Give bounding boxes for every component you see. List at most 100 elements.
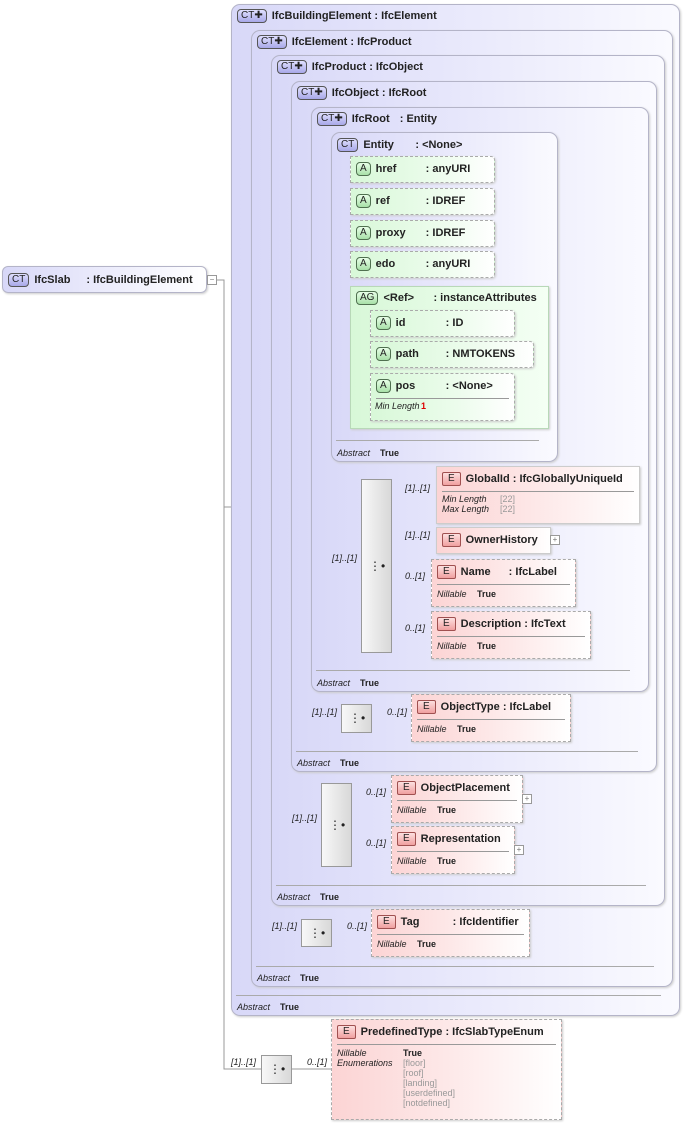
sequence-cardinality: [1]..[1] (231, 1057, 257, 1067)
sequence-compositor[interactable]: ⋮• (361, 479, 392, 653)
attribute-icon: A (356, 257, 371, 271)
sequence-icon: ⋮• (269, 1062, 286, 1076)
attribute-edo[interactable]: Aedo: anyURI (350, 251, 495, 278)
element-cardinality: 0..[1] (405, 571, 426, 581)
element-cardinality: 0..[1] (366, 838, 387, 848)
element-name: ObjectPlacement (420, 781, 510, 794)
abstract-prop: Abstract True (257, 973, 320, 983)
element-type: : IfcLabel (502, 700, 552, 713)
element-icon: E (437, 565, 456, 579)
sequence-cardinality: [1]..[1] (312, 707, 338, 717)
element-objecttype[interactable]: E ObjectType : IfcLabel Nillable True (411, 694, 571, 742)
element-props: Min Length [22] Max Length [22] (442, 494, 516, 514)
element-props: Nillable True Enumerations [floor] [roof] … (337, 1048, 456, 1108)
element-cardinality: 0..[1] (387, 707, 408, 717)
element-props: Nillable True (417, 724, 477, 734)
type-base: : <None> (415, 138, 463, 151)
attribute-icon: A (376, 347, 391, 361)
divider (276, 885, 646, 886)
attr-type: : IDREF (425, 194, 466, 207)
type-name: IfcProduct (311, 60, 367, 73)
ifcslab-node[interactable]: CT IfcSlab: IfcBuildingElement (2, 266, 207, 293)
element-name: Description (460, 617, 522, 630)
type-name: Entity (363, 138, 394, 151)
element-globalid[interactable]: E GlobalId : IfcGloballyUniqueId Min Leng… (436, 466, 640, 524)
sequence-compositor[interactable]: ⋮• (321, 783, 352, 867)
element-cardinality: 0..[1] (366, 787, 387, 797)
element-type: : IfcGloballyUniqueId (512, 472, 623, 485)
element-representation[interactable]: E Representation Nillable True (391, 826, 515, 874)
expand-icon[interactable]: + (514, 845, 524, 855)
element-icon: E (442, 472, 461, 486)
divider (296, 751, 638, 752)
type-base: : IfcObject (369, 60, 423, 73)
element-type: : IfcIdentifier (452, 915, 519, 928)
sequence-icon: ⋮• (349, 711, 366, 725)
element-icon: E (417, 700, 436, 714)
attr-name: pos (395, 379, 416, 392)
attr-name: path (395, 347, 419, 360)
element-icon: E (397, 781, 416, 795)
type-base: : IfcProduct (350, 35, 412, 48)
attr-type: : <None> (445, 379, 493, 392)
expand-icon[interactable]: + (550, 535, 560, 545)
sequence-compositor[interactable]: ⋮• (261, 1055, 292, 1084)
element-tag[interactable]: E Tag : IfcIdentifier Nillable True (371, 909, 530, 957)
type-base: : Entity (399, 112, 437, 125)
sequence-cardinality: [1]..[1] (272, 921, 298, 931)
attr-type: : anyURI (425, 257, 471, 270)
element-props: Nillable True (437, 589, 497, 599)
attribute-id[interactable]: Aid: ID (370, 310, 515, 337)
attribute-group-icon: AG (356, 291, 379, 305)
element-name: PredefinedType (360, 1025, 443, 1038)
attribute-pos[interactable]: Apos: <None> Min Length1 (370, 373, 515, 421)
element-cardinality: 0..[1] (307, 1057, 328, 1067)
element-predefinedtype[interactable]: E PredefinedType : IfcSlabTypeEnum Nillab… (331, 1019, 562, 1120)
element-name: Tag (400, 915, 420, 928)
abstract-prop: Abstract True (277, 892, 340, 902)
attr-type: : ID (445, 316, 464, 329)
complex-type-icon: CT✚ (237, 9, 267, 23)
attribute-ref[interactable]: Aref: IDREF (350, 188, 495, 215)
attr-type: : IDREF (425, 226, 466, 239)
element-name: Representation (420, 832, 501, 845)
element-name[interactable]: E Name : IfcLabel Nillable True (431, 559, 576, 607)
element-description[interactable]: E Description : IfcText Nillable True (431, 611, 591, 659)
element-cardinality: [1]..[1] (405, 530, 431, 540)
attr-type: : NMTOKENS (445, 347, 516, 360)
attribute-href[interactable]: Ahref: anyURI (350, 156, 495, 183)
abstract-prop: Abstract True (297, 758, 360, 768)
group-type: : instanceAttributes (433, 291, 537, 304)
abstract-prop: Abstract True (317, 678, 380, 688)
element-props: Nillable True (377, 939, 437, 949)
element-name: Name (460, 565, 491, 578)
element-name: OwnerHistory (465, 533, 538, 546)
type-base: : IfcElement (374, 9, 437, 22)
element-objectplacement[interactable]: E ObjectPlacement Nillable True (391, 775, 523, 823)
element-props: Nillable True (437, 641, 497, 651)
attr-name: href (375, 162, 397, 175)
element-cardinality: 0..[1] (347, 921, 368, 931)
attr-type: : anyURI (425, 162, 471, 175)
abstract-prop: Abstract True (237, 1002, 300, 1012)
type-name: IfcSlab (34, 273, 71, 286)
sequence-icon: ⋮• (309, 926, 326, 940)
sequence-compositor[interactable]: ⋮• (301, 919, 332, 947)
divider (236, 995, 661, 996)
collapse-icon[interactable]: − (207, 275, 217, 285)
element-ownerhistory[interactable]: E OwnerHistory (436, 527, 551, 554)
attribute-path[interactable]: Apath : NMTOKENS (370, 341, 534, 368)
element-type: : IfcLabel (508, 565, 557, 578)
element-icon: E (397, 832, 416, 846)
complex-type-icon: CT✚ (297, 86, 327, 100)
expand-icon[interactable]: + (522, 794, 532, 804)
element-type: : IfcSlabTypeEnum (445, 1025, 544, 1038)
type-name: IfcObject (331, 86, 379, 99)
element-cardinality: [1]..[1] (405, 483, 431, 493)
element-icon: E (377, 915, 396, 929)
type-name: IfcBuildingElement (271, 9, 372, 22)
attr-name: ref (375, 194, 390, 207)
sequence-compositor[interactable]: ⋮• (341, 704, 372, 733)
divider (256, 966, 654, 967)
attribute-proxy[interactable]: Aproxy: IDREF (350, 220, 495, 247)
